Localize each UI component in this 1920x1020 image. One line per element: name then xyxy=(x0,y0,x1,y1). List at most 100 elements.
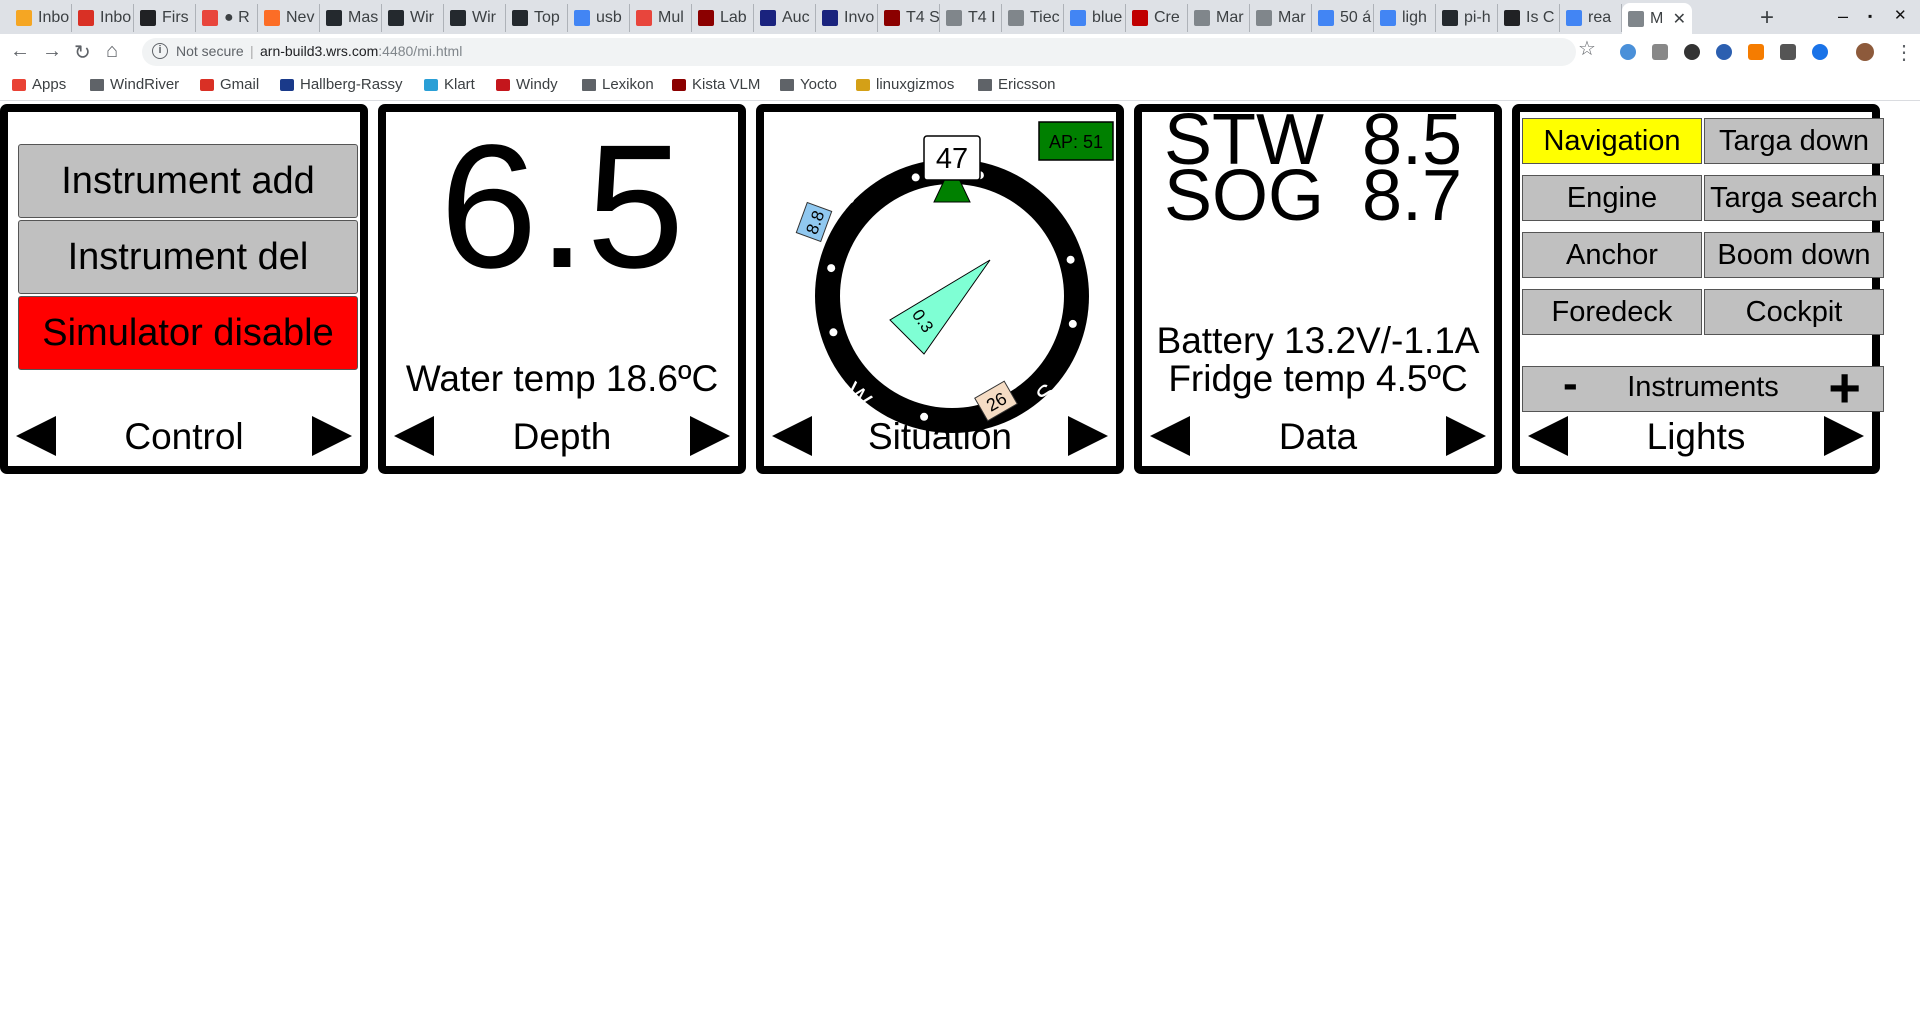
security-label: Not secure xyxy=(176,43,244,59)
tab[interactable]: Mas xyxy=(320,4,382,32)
bookmark-kista-vlm[interactable]: Kista VLM xyxy=(672,76,760,93)
targa-down-button[interactable]: Targa down xyxy=(1704,118,1884,164)
boom-down-button[interactable]: Boom down xyxy=(1704,232,1884,278)
extension-icon[interactable] xyxy=(1652,44,1668,60)
situation-panel: N E S W 8.8 26 0.3 47 AP: 51 Situation xyxy=(756,104,1124,474)
bookmark-yocto[interactable]: Yocto xyxy=(780,76,837,93)
bookmark-apps[interactable]: Apps xyxy=(12,76,66,93)
targa-search-button[interactable]: Targa search xyxy=(1704,175,1884,221)
tab[interactable]: blue xyxy=(1064,4,1126,32)
bookmark-label: WindRiver xyxy=(110,76,180,93)
panel-nav: Control xyxy=(8,406,360,462)
bookmark-lexikon[interactable]: Lexikon xyxy=(582,76,654,93)
panel-nav: Lights xyxy=(1520,406,1872,462)
bookmark-windriver[interactable]: WindRiver xyxy=(90,76,179,93)
anchor-light-button[interactable]: Anchor xyxy=(1522,232,1702,278)
tab[interactable]: Inbo xyxy=(10,4,72,32)
forward-icon[interactable]: → xyxy=(42,40,62,63)
next-arrow-icon[interactable] xyxy=(1068,416,1108,456)
tab-label: Inbo xyxy=(100,9,132,26)
extension-icon[interactable] xyxy=(1812,44,1828,60)
tab[interactable]: Mar xyxy=(1188,4,1250,32)
tab-label: pi-h xyxy=(1464,9,1491,26)
tab[interactable]: Nev xyxy=(258,4,320,32)
home-icon[interactable]: ⌂ xyxy=(106,40,118,63)
bookmark-windy[interactable]: Windy xyxy=(496,76,558,93)
tab[interactable]: rea xyxy=(1560,4,1622,32)
tab[interactable]: Mul xyxy=(630,4,692,32)
bookmark-ericsson[interactable]: Ericsson xyxy=(978,76,1056,93)
tab[interactable]: ligh xyxy=(1374,4,1436,32)
klart-icon xyxy=(424,78,438,91)
tab[interactable]: Cre xyxy=(1126,4,1188,32)
tab-label: Nev xyxy=(286,9,315,26)
bookmark-linuxgizmos[interactable]: linuxgizmos xyxy=(856,76,954,93)
navigation-light-button[interactable]: Navigation xyxy=(1522,118,1702,164)
tab-active[interactable]: M ✕ xyxy=(1622,3,1692,34)
panel-nav: Situation xyxy=(764,406,1116,462)
tab[interactable]: Mar xyxy=(1250,4,1312,32)
tab[interactable]: Is C xyxy=(1498,4,1560,32)
next-arrow-icon[interactable] xyxy=(1446,416,1486,456)
help-extension-icon[interactable] xyxy=(1684,44,1700,60)
next-arrow-icon[interactable] xyxy=(1824,416,1864,456)
reload-icon[interactable]: ↻ xyxy=(74,40,91,65)
bookmark-klart[interactable]: Klart xyxy=(424,76,475,93)
minimize-button[interactable]: – xyxy=(1838,6,1848,27)
foredeck-light-button[interactable]: Foredeck xyxy=(1522,289,1702,335)
next-arrow-icon[interactable] xyxy=(312,416,352,456)
address-bar[interactable]: i Not secure | arn-build3.wrs.com:4480/m… xyxy=(142,38,1576,66)
rss-extension-icon[interactable] xyxy=(1748,44,1764,60)
tab[interactable]: usb xyxy=(568,4,630,32)
bookmark-label: Windy xyxy=(516,76,558,93)
bookmark-label: linuxgizmos xyxy=(876,76,955,93)
extension-icon[interactable] xyxy=(1780,44,1796,60)
tab[interactable]: pi-h xyxy=(1436,4,1498,32)
tab[interactable]: Tiec xyxy=(1002,4,1064,32)
next-arrow-icon[interactable] xyxy=(690,416,730,456)
new-tab-button[interactable]: + xyxy=(1760,4,1774,32)
instrument-add-button[interactable]: Instrument add xyxy=(18,144,358,218)
tab[interactable]: T4 I xyxy=(940,4,1002,32)
tab[interactable]: Inbo xyxy=(72,4,134,32)
bookmark-label: Ericsson xyxy=(998,76,1056,93)
menu-icon[interactable]: ⋮ xyxy=(1894,40,1914,65)
extension-icon[interactable] xyxy=(1716,44,1732,60)
bookmark-gmail[interactable]: Gmail xyxy=(200,76,259,93)
tab-favicon-icon xyxy=(1194,10,1210,26)
instrument-del-button[interactable]: Instrument del xyxy=(18,220,358,294)
tab[interactable]: T4 S xyxy=(878,4,940,32)
tab[interactable]: Invo xyxy=(816,4,878,32)
tab[interactable]: Top xyxy=(506,4,568,32)
bookmark-label: Hallberg-Rassy xyxy=(300,76,403,93)
tab[interactable]: Wir xyxy=(382,4,444,32)
back-icon[interactable]: ← xyxy=(10,40,30,63)
tab-close-icon[interactable]: ✕ xyxy=(1673,9,1686,29)
info-icon[interactable]: i xyxy=(152,43,168,59)
cockpit-light-button[interactable]: Cockpit xyxy=(1704,289,1884,335)
avatar[interactable] xyxy=(1856,43,1874,61)
extension-icon[interactable] xyxy=(1620,44,1636,60)
tab[interactable]: Lab xyxy=(692,4,754,32)
tab[interactable]: Wir xyxy=(444,4,506,32)
close-window-button[interactable]: ✕ xyxy=(1894,6,1907,24)
heading-value: 47 xyxy=(936,143,968,175)
tab-label: Mul xyxy=(658,9,684,26)
tab-favicon-icon xyxy=(884,10,900,26)
tab[interactable]: ● R xyxy=(196,4,258,32)
tab[interactable]: 50 á xyxy=(1312,4,1374,32)
tab[interactable]: Firs xyxy=(134,4,196,32)
battery-status: Battery 13.2V/-1.1A xyxy=(1156,320,1480,361)
panel-title: Lights xyxy=(1646,416,1746,457)
tab-favicon-icon xyxy=(326,10,342,26)
bookmark-star-icon[interactable]: ☆ xyxy=(1578,36,1596,61)
tab-label: Inbo xyxy=(38,9,70,26)
depth-value: 6.5 xyxy=(439,109,685,305)
simulator-disable-button[interactable]: Simulator disable xyxy=(18,296,358,370)
compass-tick xyxy=(829,328,838,337)
engine-light-button[interactable]: Engine xyxy=(1522,175,1702,221)
maximize-button[interactable]: ▪ xyxy=(1868,9,1872,23)
tab-label: ligh xyxy=(1402,9,1427,26)
tab[interactable]: Auc xyxy=(754,4,816,32)
bookmark-hallberg-rassy[interactable]: Hallberg-Rassy xyxy=(280,76,403,93)
